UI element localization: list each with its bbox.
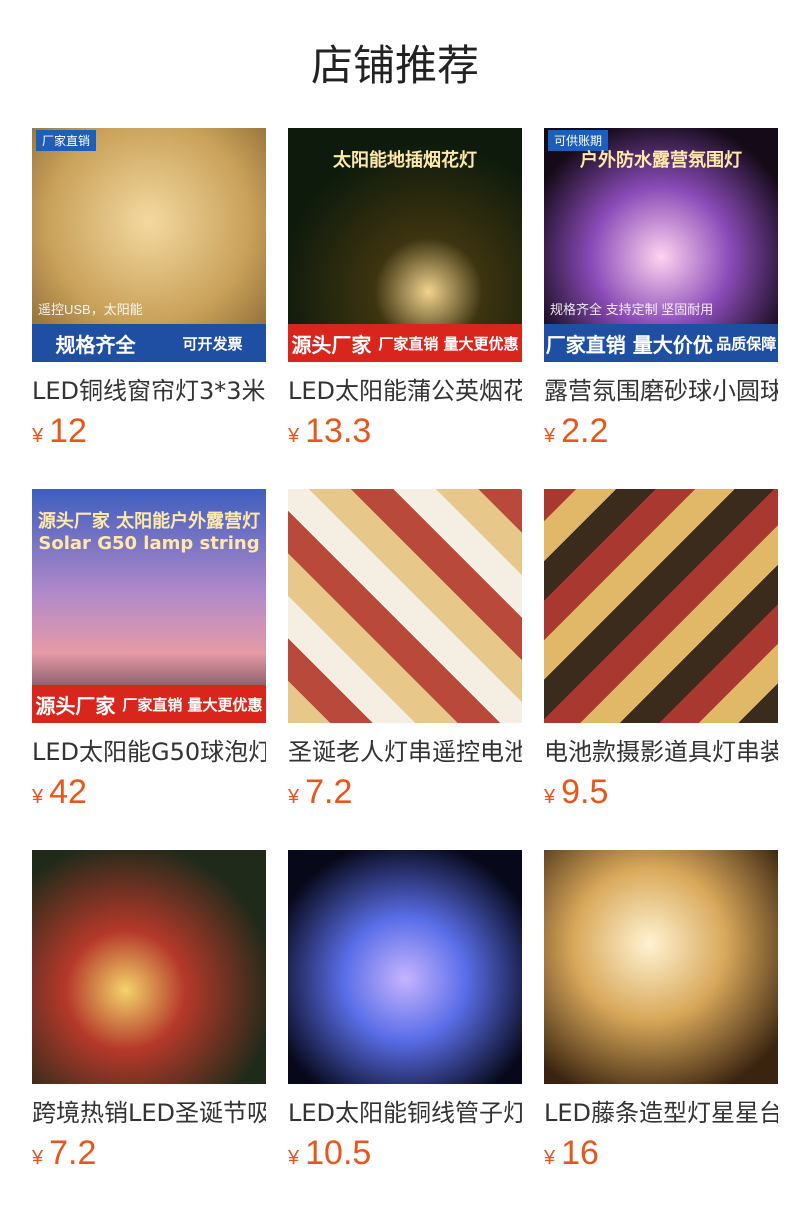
product-image[interactable]: 源头厂家 太阳能户外露营灯 Solar G50 lamp string 源头厂家厂… xyxy=(32,489,266,723)
product-photo xyxy=(32,850,266,1084)
price-value: 7.2 xyxy=(305,773,353,811)
product-price: ¥9.5 xyxy=(544,773,778,812)
price-value: 16 xyxy=(561,1134,599,1172)
image-banner: 厂家直销 量大价优 品质保障 xyxy=(544,324,778,362)
product-card[interactable]: LED藤条造型灯星星台灯 ¥16 xyxy=(544,850,778,1173)
product-name[interactable]: LED藤条造型灯星星台灯 xyxy=(544,1096,778,1130)
image-banner: 规格齐全 可开发票 xyxy=(32,324,266,362)
currency-symbol: ¥ xyxy=(288,1147,300,1169)
product-photo xyxy=(544,850,778,1084)
product-photo xyxy=(288,850,522,1084)
banner-right-text: 品质保障 xyxy=(716,334,777,353)
image-banner: 源头厂家 厂家直销 量大更优惠 xyxy=(32,685,266,723)
banner-left-text: 源头厂家 xyxy=(35,693,116,718)
product-price: ¥12 xyxy=(32,412,266,451)
product-name[interactable]: 露营氛围磨砂球小圆球灯 xyxy=(544,374,778,408)
image-headline: 户外防水露营氛围灯 xyxy=(580,150,742,171)
banner-left-text: 厂家直销 量大价优 xyxy=(545,332,713,357)
product-name[interactable]: LED太阳能G50球泡灯串 xyxy=(32,735,266,769)
product-card[interactable]: LED太阳能铜线管子灯 ¥10.5 xyxy=(288,850,522,1173)
currency-symbol: ¥ xyxy=(32,425,44,447)
price-value: 7.2 xyxy=(49,1134,97,1172)
price-value: 10.5 xyxy=(305,1134,372,1172)
image-overlay-text: 规格齐全 支持定制 坚固耐用 xyxy=(550,302,714,317)
banner-left-text: 规格齐全 xyxy=(55,332,136,357)
section-title: 店铺推荐 xyxy=(310,41,479,90)
image-banner: 源头厂家 厂家直销 量大更优惠 xyxy=(288,324,522,362)
product-image[interactable] xyxy=(544,489,778,723)
image-overlay-text: 遥控USB，太阳能 xyxy=(38,302,143,317)
product-card[interactable]: 厂家直销遥控USB，太阳能规格齐全 可开发票 LED铜线窗帘灯3*3米 ¥12 xyxy=(32,128,266,451)
product-price: ¥7.2 xyxy=(288,773,522,812)
currency-symbol: ¥ xyxy=(544,425,556,447)
product-image[interactable] xyxy=(288,489,522,723)
image-headline: 源头厂家 太阳能户外露营灯 Solar G50 lamp string xyxy=(37,511,261,554)
currency-symbol: ¥ xyxy=(288,786,300,808)
product-card[interactable]: 跨境热销LED圣诞节吸盘灯 ¥7.2 xyxy=(32,850,266,1173)
product-price: ¥10.5 xyxy=(288,1134,522,1173)
product-image[interactable]: 太阳能地插烟花灯源头厂家 厂家直销 量大更优惠 xyxy=(288,128,522,362)
currency-symbol: ¥ xyxy=(32,1147,44,1169)
banner-left-text: 源头厂家 xyxy=(291,332,372,357)
product-card[interactable]: 可供账期 户外防水露营氛围灯 规格齐全 支持定制 坚固耐用 厂家直销 量大价优 品质保障… xyxy=(544,128,778,451)
product-image[interactable] xyxy=(32,850,266,1084)
image-tag: 厂家直销 xyxy=(36,130,97,151)
product-grid: 厂家直销遥控USB，太阳能规格齐全 可开发票 LED铜线窗帘灯3*3米 ¥12 太阳能地… xyxy=(32,128,778,1173)
product-card[interactable]: 电池款摄影道具灯串装饰 ¥9.5 xyxy=(544,489,778,812)
product-image[interactable] xyxy=(288,850,522,1084)
price-value: 42 xyxy=(49,773,87,811)
product-image[interactable]: 可供账期 户外防水露营氛围灯 规格齐全 支持定制 坚固耐用 厂家直销 量大价优 品质保障 xyxy=(544,128,778,362)
product-image[interactable] xyxy=(544,850,778,1084)
product-price: ¥2.2 xyxy=(544,412,778,451)
image-headline: 太阳能地插烟花灯 xyxy=(333,150,477,171)
product-price: ¥13.3 xyxy=(288,412,522,451)
price-value: 12 xyxy=(49,412,87,450)
product-name[interactable]: LED太阳能蒲公英烟花灯 xyxy=(288,374,522,408)
currency-symbol: ¥ xyxy=(544,1147,556,1169)
product-name[interactable]: 圣诞老人灯串遥控电池款 xyxy=(288,735,522,769)
product-photo xyxy=(544,489,778,723)
product-name[interactable]: LED铜线窗帘灯3*3米 xyxy=(32,374,266,408)
banner-right-text: 可开发票 xyxy=(182,334,243,353)
product-price: ¥7.2 xyxy=(32,1134,266,1173)
price-value: 13.3 xyxy=(305,412,372,450)
currency-symbol: ¥ xyxy=(288,425,300,447)
product-photo xyxy=(288,489,522,723)
price-value: 9.5 xyxy=(561,773,609,811)
price-value: 2.2 xyxy=(561,412,609,450)
product-price: ¥42 xyxy=(32,773,266,812)
product-price: ¥16 xyxy=(544,1134,778,1173)
banner-right-text: 厂家直销 量大更优惠 xyxy=(122,695,263,714)
currency-symbol: ¥ xyxy=(32,786,44,808)
product-name[interactable]: 跨境热销LED圣诞节吸盘灯 xyxy=(32,1096,266,1130)
banner-right-text: 厂家直销 量大更优惠 xyxy=(378,334,519,353)
product-name[interactable]: 电池款摄影道具灯串装饰 xyxy=(544,735,778,769)
product-card[interactable]: 圣诞老人灯串遥控电池款 ¥7.2 xyxy=(288,489,522,812)
product-card[interactable]: 太阳能地插烟花灯源头厂家厂家直销 量大更优惠 LED太阳能蒲公英烟花灯 ¥13.3 xyxy=(288,128,522,451)
currency-symbol: ¥ xyxy=(544,786,556,808)
product-name[interactable]: LED太阳能铜线管子灯 xyxy=(288,1096,522,1130)
product-card[interactable]: 源头厂家 太阳能户外露营灯 Solar G50 lamp string 源头厂家厂… xyxy=(32,489,266,812)
product-image[interactable]: 厂家直销遥控USB，太阳能规格齐全 可开发票 xyxy=(32,128,266,362)
